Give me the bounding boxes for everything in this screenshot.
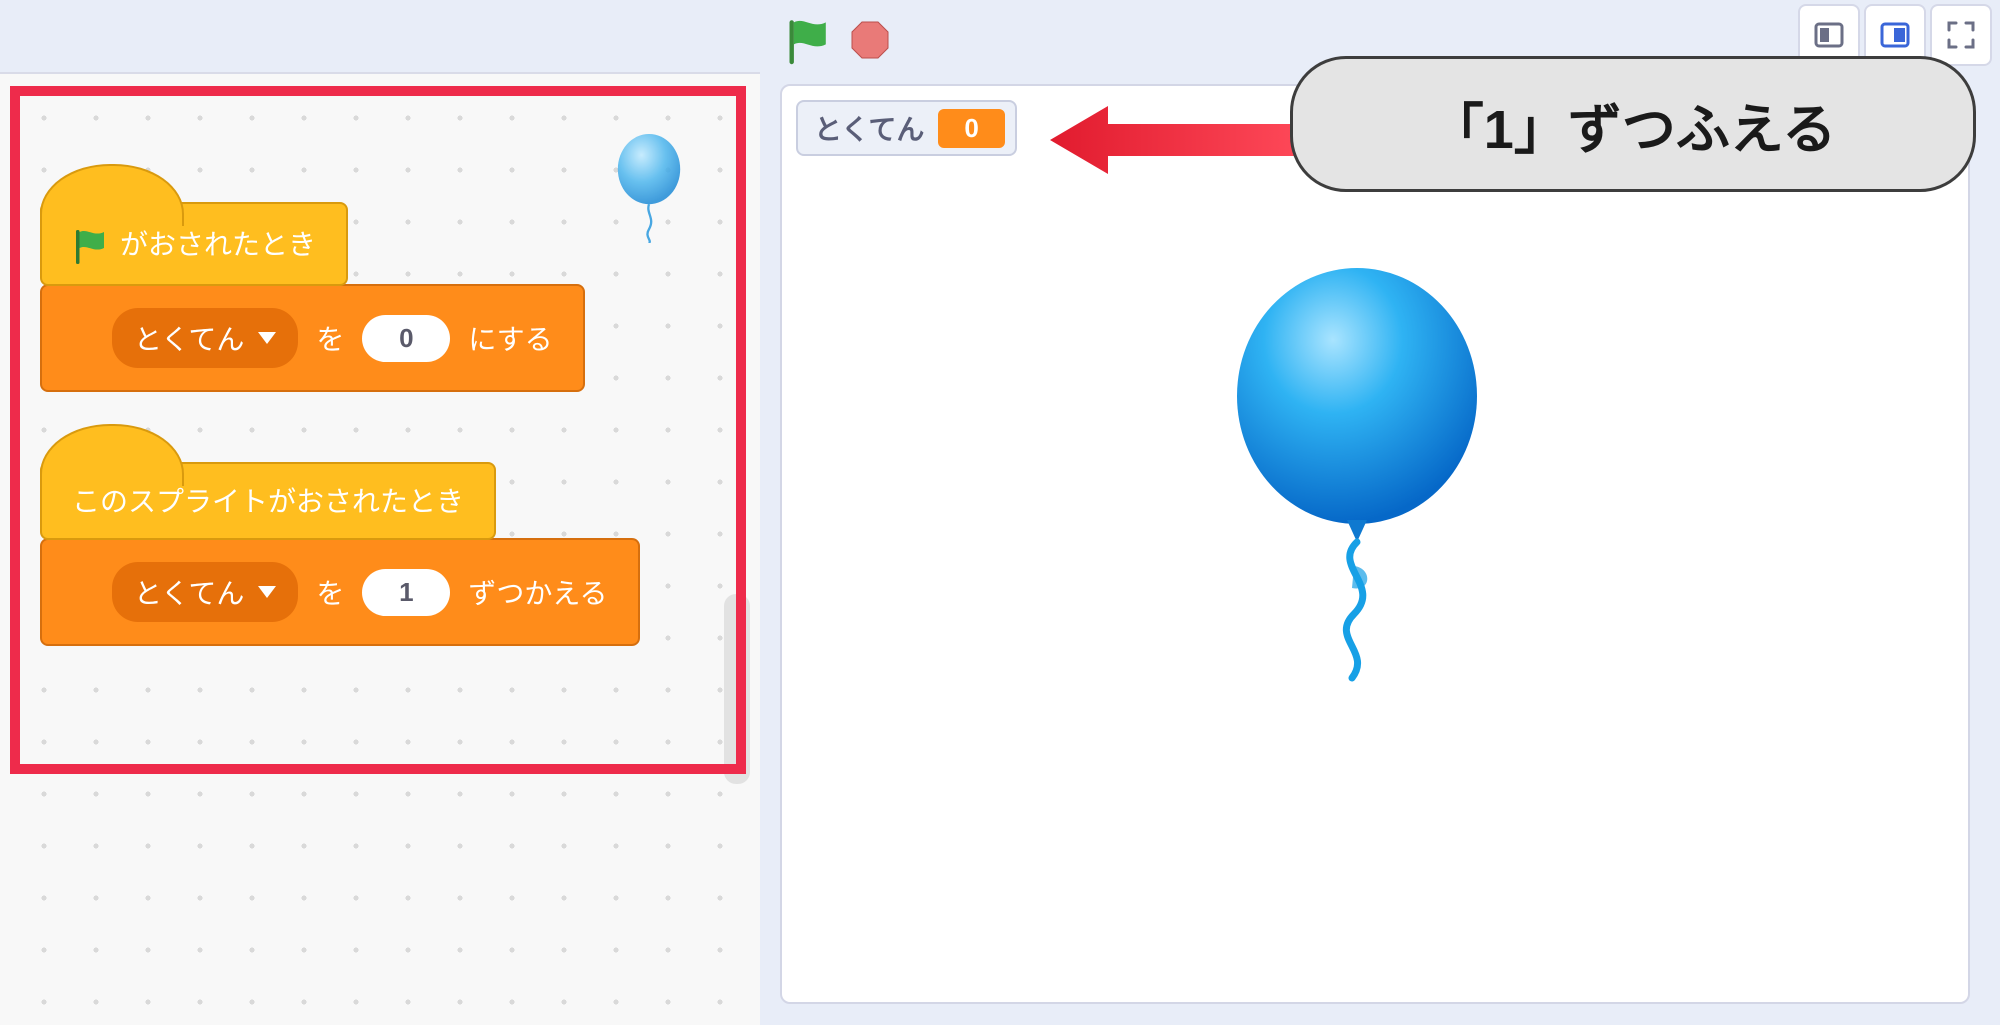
script-stack-1[interactable]: がおされたとき とくてん を 0 にする — [40, 202, 585, 392]
variable-name: とくてん — [134, 572, 244, 612]
hat-block-label: がおされたとき — [120, 231, 316, 259]
app-root: がおされたとき とくてん を 0 にする このスプライトがおされたとき とく — [0, 0, 2000, 1025]
stage-sprite-balloon[interactable] — [1222, 266, 1492, 686]
workspace-scrollbar[interactable] — [724, 594, 750, 784]
fullscreen-button[interactable] — [1930, 4, 1992, 66]
variable-name: とくてん — [134, 318, 244, 358]
block-text: を — [316, 318, 344, 358]
change-variable-block[interactable]: とくてん を 1 ずつかえる — [40, 538, 640, 646]
sprite-thumbnail-balloon — [610, 134, 688, 243]
annotation-callout-text: 「1」ずつふえる — [1430, 85, 1836, 164]
hat-block-when-sprite-clicked[interactable]: このスプライトがおされたとき — [40, 462, 496, 540]
variable-monitor-value: 0 — [938, 109, 1004, 148]
script-stack-2[interactable]: このスプライトがおされたとき とくてん を 1 ずつかえる — [40, 462, 640, 646]
variable-monitor[interactable]: とくてん 0 — [796, 100, 1017, 156]
stage: とくてん 0 — [780, 84, 1970, 1004]
block-text: にする — [468, 318, 552, 358]
variable-monitor-label: とくてん — [814, 108, 924, 148]
stop-icon[interactable] — [850, 20, 890, 60]
number-input[interactable]: 0 — [362, 315, 450, 362]
green-flag-icon — [72, 228, 106, 262]
chevron-down-icon — [258, 332, 276, 344]
annotation-callout: 「1」ずつふえる — [1290, 56, 1976, 192]
top-right-controls — [1798, 4, 1992, 62]
number-input[interactable]: 1 — [362, 569, 450, 616]
run-controls — [784, 18, 890, 62]
block-text: ずつかえる — [468, 572, 607, 612]
hat-block-label: このスプライトがおされたとき — [72, 488, 464, 516]
variable-dropdown[interactable]: とくてん — [112, 562, 298, 622]
green-flag-icon[interactable] — [784, 18, 828, 62]
annotation-arrow — [1050, 100, 1310, 180]
variable-dropdown[interactable]: とくてん — [112, 308, 298, 368]
script-area[interactable]: がおされたとき とくてん を 0 にする このスプライトがおされたとき とく — [0, 72, 760, 1025]
set-variable-block[interactable]: とくてん を 0 にする — [40, 284, 585, 392]
block-text: を — [316, 572, 344, 612]
hat-block-when-flag-clicked[interactable]: がおされたとき — [40, 202, 348, 286]
chevron-down-icon — [258, 586, 276, 598]
